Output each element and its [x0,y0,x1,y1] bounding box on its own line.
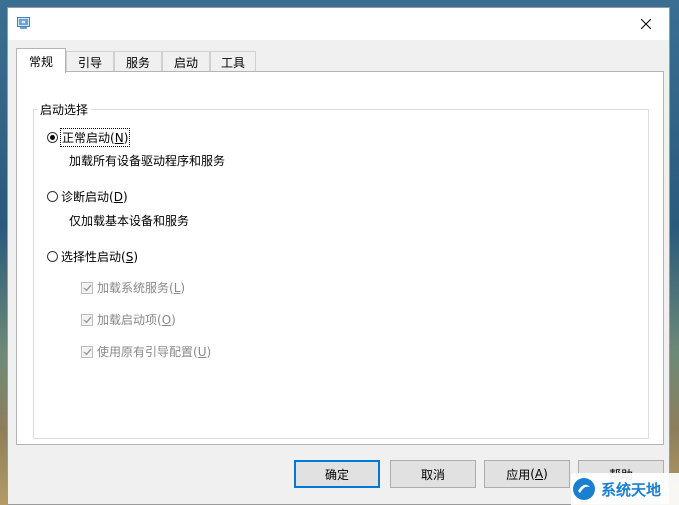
checkmark-icon [81,313,93,326]
cancel-button[interactable]: 取消 [390,460,476,488]
tab-startup[interactable]: 启动 [162,51,210,72]
load-startup-items-checkbox[interactable]: 加载启动项(O) [81,311,176,328]
msconfig-app-icon [17,16,31,30]
apply-button[interactable]: 应用(A) [484,460,570,488]
use-original-boot-config-checkbox[interactable]: 使用原有引导配置(U) [81,343,211,360]
title-bar [8,8,669,40]
system-configuration-window: 常规 引导 服务 启动 工具 启动选择 正常启动(N) 加载所有设备驱动程序和服… [7,7,670,505]
group-title: 启动选择 [37,101,92,118]
load-system-services-checkbox[interactable]: 加载系统服务(L) [81,279,185,296]
normal-startup-radio[interactable]: 正常启动(N) [47,128,131,147]
radio-selected-icon [47,132,58,143]
tab-services[interactable]: 服务 [114,51,162,72]
checkmark-icon [81,281,93,294]
ok-button[interactable]: 确定 [294,460,380,488]
site-watermark: 系统天地 [571,473,679,505]
close-button[interactable] [623,8,669,40]
watermark-logo-icon [573,478,595,500]
tab-general[interactable]: 常规 [16,48,66,73]
close-icon [641,19,651,29]
normal-startup-description: 加载所有设备驱动程序和服务 [69,154,226,168]
diagnostic-startup-description: 仅加载基本设备和服务 [69,214,190,228]
radio-unselected-icon [47,251,58,262]
selective-startup-radio[interactable]: 选择性启动(S) [47,248,138,265]
diagnostic-startup-radio[interactable]: 诊断启动(D) [47,188,128,205]
general-tab-panel: 启动选择 正常启动(N) 加载所有设备驱动程序和服务 诊断启动(D) 仅加载基本… [16,71,664,445]
tab-tools[interactable]: 工具 [210,51,256,72]
tab-boot[interactable]: 引导 [66,51,114,72]
checkmark-icon [81,345,93,358]
radio-unselected-icon [47,191,58,202]
